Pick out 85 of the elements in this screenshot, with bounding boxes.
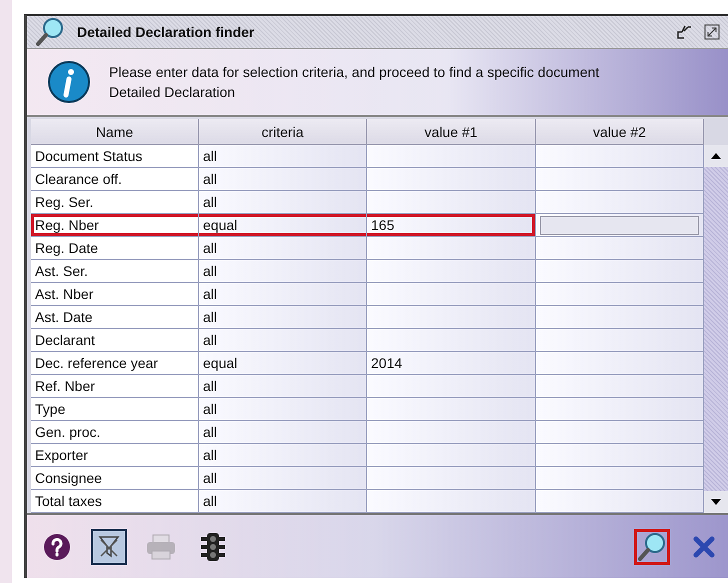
column-header[interactable]: Name [31, 119, 199, 145]
table-cell: Reg. Ser. [31, 191, 199, 214]
table-cell[interactable]: all [199, 329, 367, 352]
filter-button[interactable] [91, 528, 127, 564]
table-cell[interactable] [367, 329, 536, 352]
column-header[interactable]: value #1 [367, 119, 536, 145]
table-cell[interactable] [367, 191, 536, 214]
table-cell[interactable]: all [199, 421, 367, 444]
table-cell[interactable] [536, 421, 704, 444]
info-icon [47, 60, 91, 104]
help-icon [43, 532, 71, 560]
find-button[interactable] [634, 528, 670, 564]
table-cell[interactable] [367, 306, 536, 329]
table-cell[interactable] [536, 467, 704, 490]
close-icon [693, 536, 715, 558]
table-cell: Ast. Date [31, 306, 199, 329]
scroll-down-icon[interactable] [711, 499, 721, 505]
table-cell[interactable]: all [199, 490, 367, 513]
table-cell[interactable] [536, 329, 704, 352]
table-cell[interactable] [367, 375, 536, 398]
table-cell[interactable] [536, 237, 704, 260]
table-cell[interactable] [367, 237, 536, 260]
table-cell[interactable] [536, 306, 704, 329]
table-cell[interactable] [367, 467, 536, 490]
magnifier-icon [36, 18, 63, 46]
traffic-light-icon [199, 532, 227, 562]
table-cell[interactable]: equal [199, 214, 367, 237]
magnifier-icon [638, 532, 665, 560]
table-cell[interactable]: all [199, 191, 367, 214]
info-message: Please enter data for selection criteria, and proceed to find a specific document Detailed Declaration [109, 63, 600, 102]
table-cell: Consignee [31, 467, 199, 490]
table-cell[interactable]: all [199, 444, 367, 467]
table-cell: Ast. Ser. [31, 260, 199, 283]
printer-icon [145, 532, 177, 560]
table-cell: Total taxes [31, 490, 199, 513]
table-cell[interactable] [536, 145, 704, 168]
table-cell[interactable] [536, 283, 704, 306]
table-cell[interactable] [536, 168, 704, 191]
table-cell[interactable]: all [199, 398, 367, 421]
table-cell: Exporter [31, 444, 199, 467]
table-cell[interactable]: all [199, 283, 367, 306]
table-cell[interactable]: all [199, 168, 367, 191]
table-cell[interactable] [367, 260, 536, 283]
undock-icon[interactable] [676, 24, 692, 40]
table-cell: Ast. Nber [31, 283, 199, 306]
table-cell[interactable] [536, 352, 704, 375]
table-cell[interactable]: all [199, 237, 367, 260]
table-cell[interactable] [536, 444, 704, 467]
table-cell[interactable] [536, 260, 704, 283]
table-cell: Declarant [31, 329, 199, 352]
table-cell: Reg. Nber [31, 214, 199, 237]
table-cell[interactable]: 165 [367, 214, 536, 237]
table-cell: Gen. proc. [31, 421, 199, 444]
table-cell[interactable] [536, 375, 704, 398]
table-cell[interactable] [367, 168, 536, 191]
column-header[interactable]: value #2 [536, 119, 704, 145]
window-title: Detailed Declaration finder [77, 24, 256, 40]
funnel-icon [98, 534, 120, 560]
table-cell[interactable] [367, 398, 536, 421]
table-cell[interactable]: 2014 [367, 352, 536, 375]
table-cell[interactable]: all [199, 145, 367, 168]
table-cell[interactable] [367, 421, 536, 444]
table-cell: Dec. reference year [31, 352, 199, 375]
table-cell[interactable] [536, 490, 704, 513]
table-cell[interactable]: all [199, 375, 367, 398]
table-cell: Document Status [31, 145, 199, 168]
table-cell: Clearance off. [31, 168, 199, 191]
table-cell[interactable] [367, 283, 536, 306]
table-cell[interactable] [367, 444, 536, 467]
table-cell[interactable]: all [199, 306, 367, 329]
table-cell[interactable] [536, 398, 704, 421]
table-cell[interactable] [367, 145, 536, 168]
table-cell[interactable] [367, 490, 536, 513]
table-cell[interactable]: all [199, 467, 367, 490]
input-field[interactable] [540, 216, 699, 234]
column-header[interactable]: criteria [199, 119, 367, 145]
table-cell: Type [31, 398, 199, 421]
table-cell[interactable]: equal [199, 352, 367, 375]
table-cell[interactable]: all [199, 260, 367, 283]
table-cell[interactable] [536, 191, 704, 214]
table-cell: Ref. Nber [31, 375, 199, 398]
maximize-icon[interactable] [704, 24, 720, 40]
table-cell: Reg. Date [31, 237, 199, 260]
scrollbar[interactable] [704, 145, 728, 513]
scroll-up-icon[interactable] [711, 153, 721, 159]
